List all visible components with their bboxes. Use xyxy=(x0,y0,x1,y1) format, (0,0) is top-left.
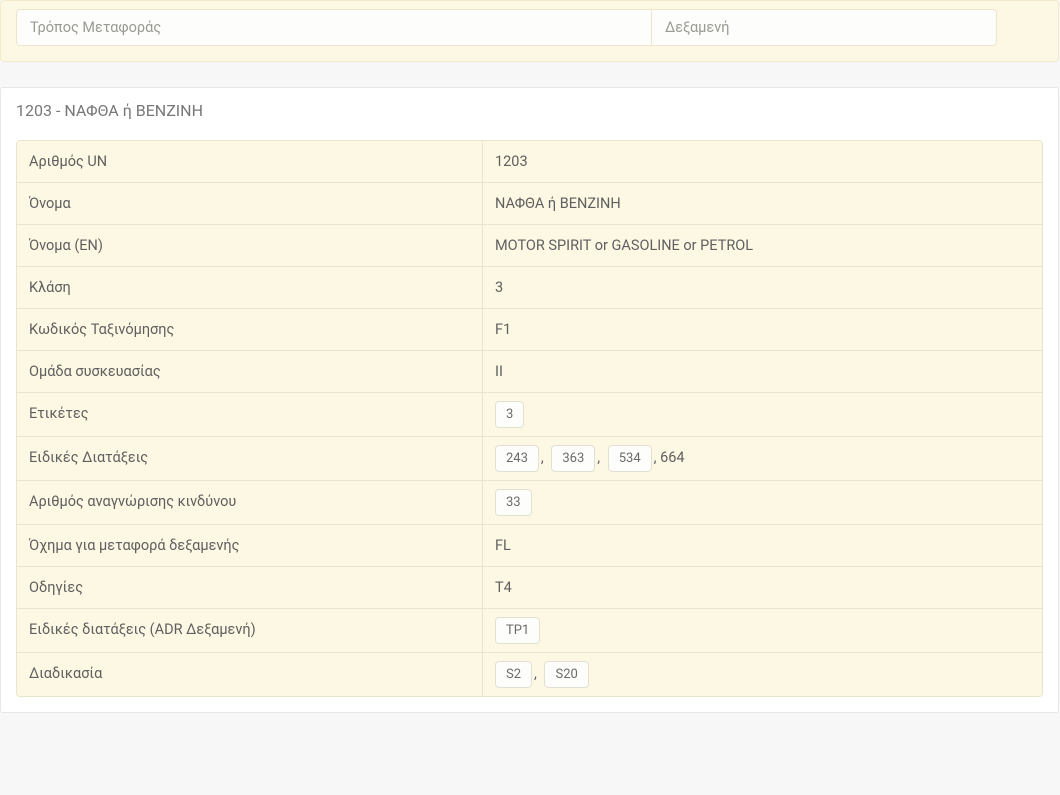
table-row: Αριθμός UN1203 xyxy=(17,141,1042,182)
row-label: Ετικέτες xyxy=(17,392,483,436)
value-badge[interactable]: TP1 xyxy=(495,617,540,644)
row-label: Διαδικασία xyxy=(17,652,483,696)
row-value: 1203 xyxy=(483,141,1042,182)
value-badge[interactable]: 363 xyxy=(551,445,595,472)
row-value: 33 xyxy=(483,480,1042,524)
row-label: Ειδικές Διατάξεις xyxy=(17,436,483,480)
row-value: F1 xyxy=(483,308,1042,350)
row-label: Ομάδα συσκευασίας xyxy=(17,350,483,392)
table-row: Ειδικές διατάξεις (ADR Δεξαμενή) TP1 xyxy=(17,608,1042,652)
row-value: TP1 xyxy=(483,608,1042,652)
table-row: Ετικέτες 3 xyxy=(17,392,1042,436)
table-row: Ομάδα συσκευασίαςII xyxy=(17,350,1042,392)
transport-mode-value: Δεξαμενή xyxy=(652,9,997,46)
transport-mode-label: Τρόπος Μεταφοράς xyxy=(16,9,652,46)
table-row: ΔιαδικασίαS2, S20 xyxy=(17,652,1042,696)
value-badge[interactable]: S20 xyxy=(544,661,588,688)
top-panel: Τρόπος Μεταφοράς Δεξαμενή xyxy=(0,0,1059,62)
row-label: Κωδικός Ταξινόμησης xyxy=(17,308,483,350)
row-value: T4 xyxy=(483,566,1042,608)
row-label: Όνομα (EN) xyxy=(17,224,483,266)
value-badge[interactable]: 243 xyxy=(495,445,539,472)
row-label: Ειδικές διατάξεις (ADR Δεξαμενή) xyxy=(17,608,483,652)
table-row: ΟδηγίεςT4 xyxy=(17,566,1042,608)
row-label: Όχημα για μεταφορά δεξαμενής xyxy=(17,524,483,566)
value-badge[interactable]: S2 xyxy=(495,661,532,688)
table-row: Αριθμός αναγνώρισης κινδύνου 33 xyxy=(17,480,1042,524)
row-label: Κλάση xyxy=(17,266,483,308)
row-value: 3 xyxy=(483,266,1042,308)
table-row: Ειδικές Διατάξεις243, 363, 534, 664 xyxy=(17,436,1042,480)
row-label: Αριθμός UN xyxy=(17,141,483,182)
row-value: MOTOR SPIRIT or GASOLINE or PETROL xyxy=(483,224,1042,266)
table-row: Όνομα (EN)MOTOR SPIRIT or GASOLINE or PE… xyxy=(17,224,1042,266)
details-table: Αριθμός UN1203ΌνομαΝΑΦΘΑ ή BENZINHΌνομα … xyxy=(16,140,1043,697)
row-value: 243, 363, 534, 664 xyxy=(483,436,1042,480)
row-label: Οδηγίες xyxy=(17,566,483,608)
row-label: Αριθμός αναγνώρισης κινδύνου xyxy=(17,480,483,524)
value-badge[interactable]: 33 xyxy=(495,489,532,516)
row-value: II xyxy=(483,350,1042,392)
row-value: FL xyxy=(483,524,1042,566)
main-panel: 1203 - ΝΑΦΘΑ ή BENZINH Αριθμός UN1203Όνο… xyxy=(0,87,1059,713)
separator: , xyxy=(597,449,603,466)
row-label: Όνομα xyxy=(17,182,483,224)
table-row: Κλάση3 xyxy=(17,266,1042,308)
table-row: Κωδικός ΤαξινόμησηςF1 xyxy=(17,308,1042,350)
table-row: Όχημα για μεταφορά δεξαμενήςFL xyxy=(17,524,1042,566)
row-value: S2, S20 xyxy=(483,652,1042,696)
page-title: 1203 - ΝΑΦΘΑ ή BENZINH xyxy=(1,88,1058,133)
separator: , xyxy=(541,449,547,466)
separator: , xyxy=(534,665,540,682)
row-value: 3 xyxy=(483,392,1042,436)
value-badge[interactable]: 534 xyxy=(608,445,652,472)
row-value: ΝΑΦΘΑ ή BENZINH xyxy=(483,182,1042,224)
value-text: , 664 xyxy=(654,449,685,466)
table-row: ΌνομαΝΑΦΘΑ ή BENZINH xyxy=(17,182,1042,224)
value-badge[interactable]: 3 xyxy=(495,401,524,428)
